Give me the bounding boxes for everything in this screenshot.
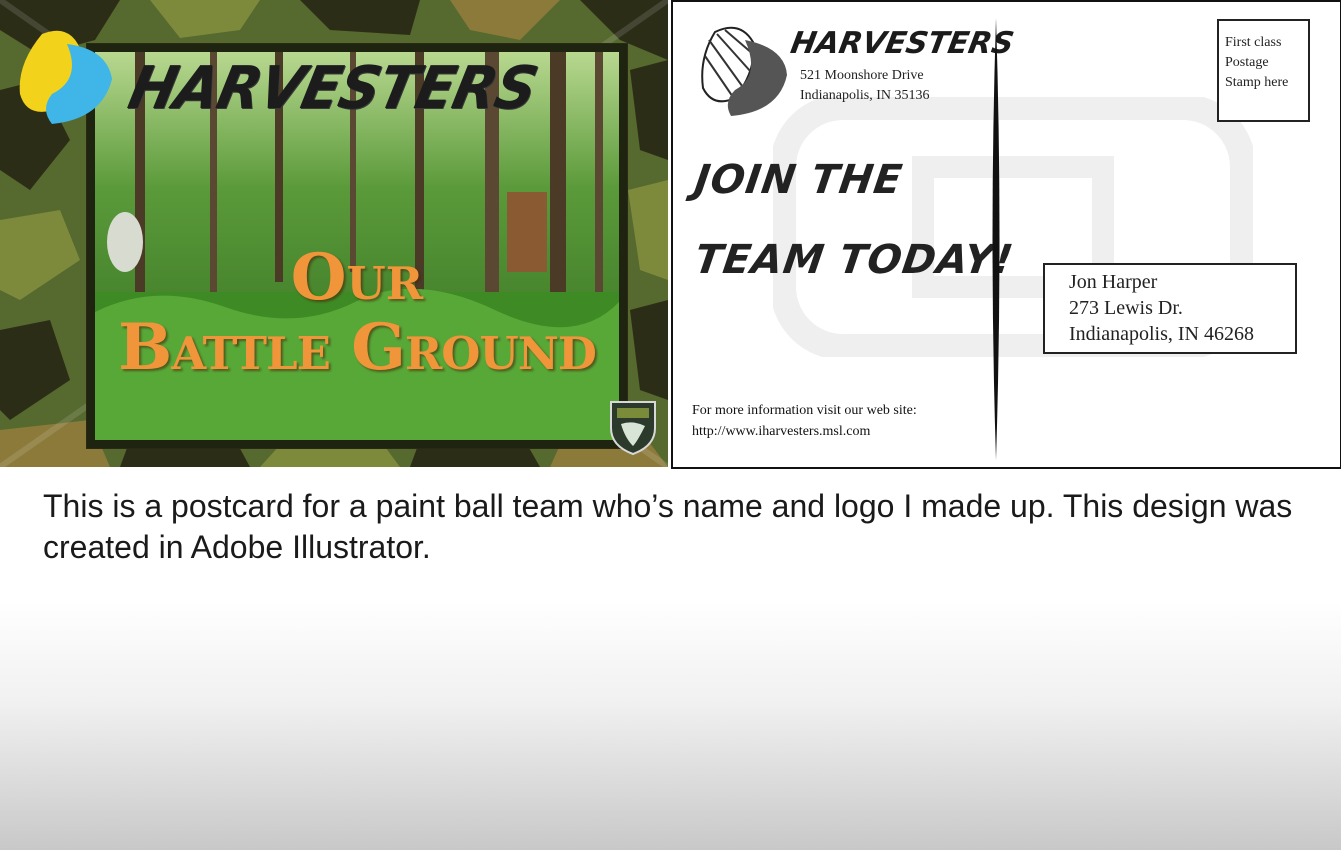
recipient-name: Jon Harper	[1069, 271, 1158, 293]
center-divider	[992, 18, 1000, 460]
recipient-city: Indianapolis, IN 46268	[1069, 323, 1254, 345]
stamp-box: First class Postage Stamp here	[1217, 19, 1310, 122]
stamp-label-line2: Postage	[1225, 55, 1269, 70]
front-title-line1: Our	[290, 240, 424, 315]
front-brand-title: HARVESTERS	[122, 54, 543, 123]
postcard-back: HARVESTERS 521 Moonshore Drive Indianapo…	[671, 0, 1341, 469]
harvester-bug-logo-icon	[701, 26, 787, 116]
return-address-city: Indianapolis, IN 35136	[800, 88, 930, 103]
recipient-street: 273 Lewis Dr.	[1069, 297, 1183, 319]
stamp-label-line3: Stamp here	[1225, 75, 1289, 90]
website-url: http://www.iharvesters.msl.com	[692, 424, 871, 439]
return-address-street: 521 Moonshore Drive	[800, 68, 924, 83]
slogan-line2: TEAM TODAY!	[691, 237, 1017, 283]
harvester-bug-logo-icon	[19, 30, 112, 124]
slogan-line1: JOIN THE	[691, 157, 906, 203]
team-shield-icon	[610, 401, 656, 456]
front-title-line2: Battle Ground	[118, 310, 597, 385]
recipient-address-box: Jon Harper 273 Lewis Dr. Indianapolis, I…	[1043, 263, 1297, 354]
website-info-label: For more information visit our web site:	[692, 403, 917, 418]
caption-text: This is a postcard for a paint ball team…	[43, 488, 1293, 565]
back-brand-title: HARVESTERS	[787, 26, 1017, 61]
stamp-label-line1: First class	[1225, 35, 1282, 50]
postcard-front: HARVESTERS Our Battle Ground	[0, 0, 668, 467]
